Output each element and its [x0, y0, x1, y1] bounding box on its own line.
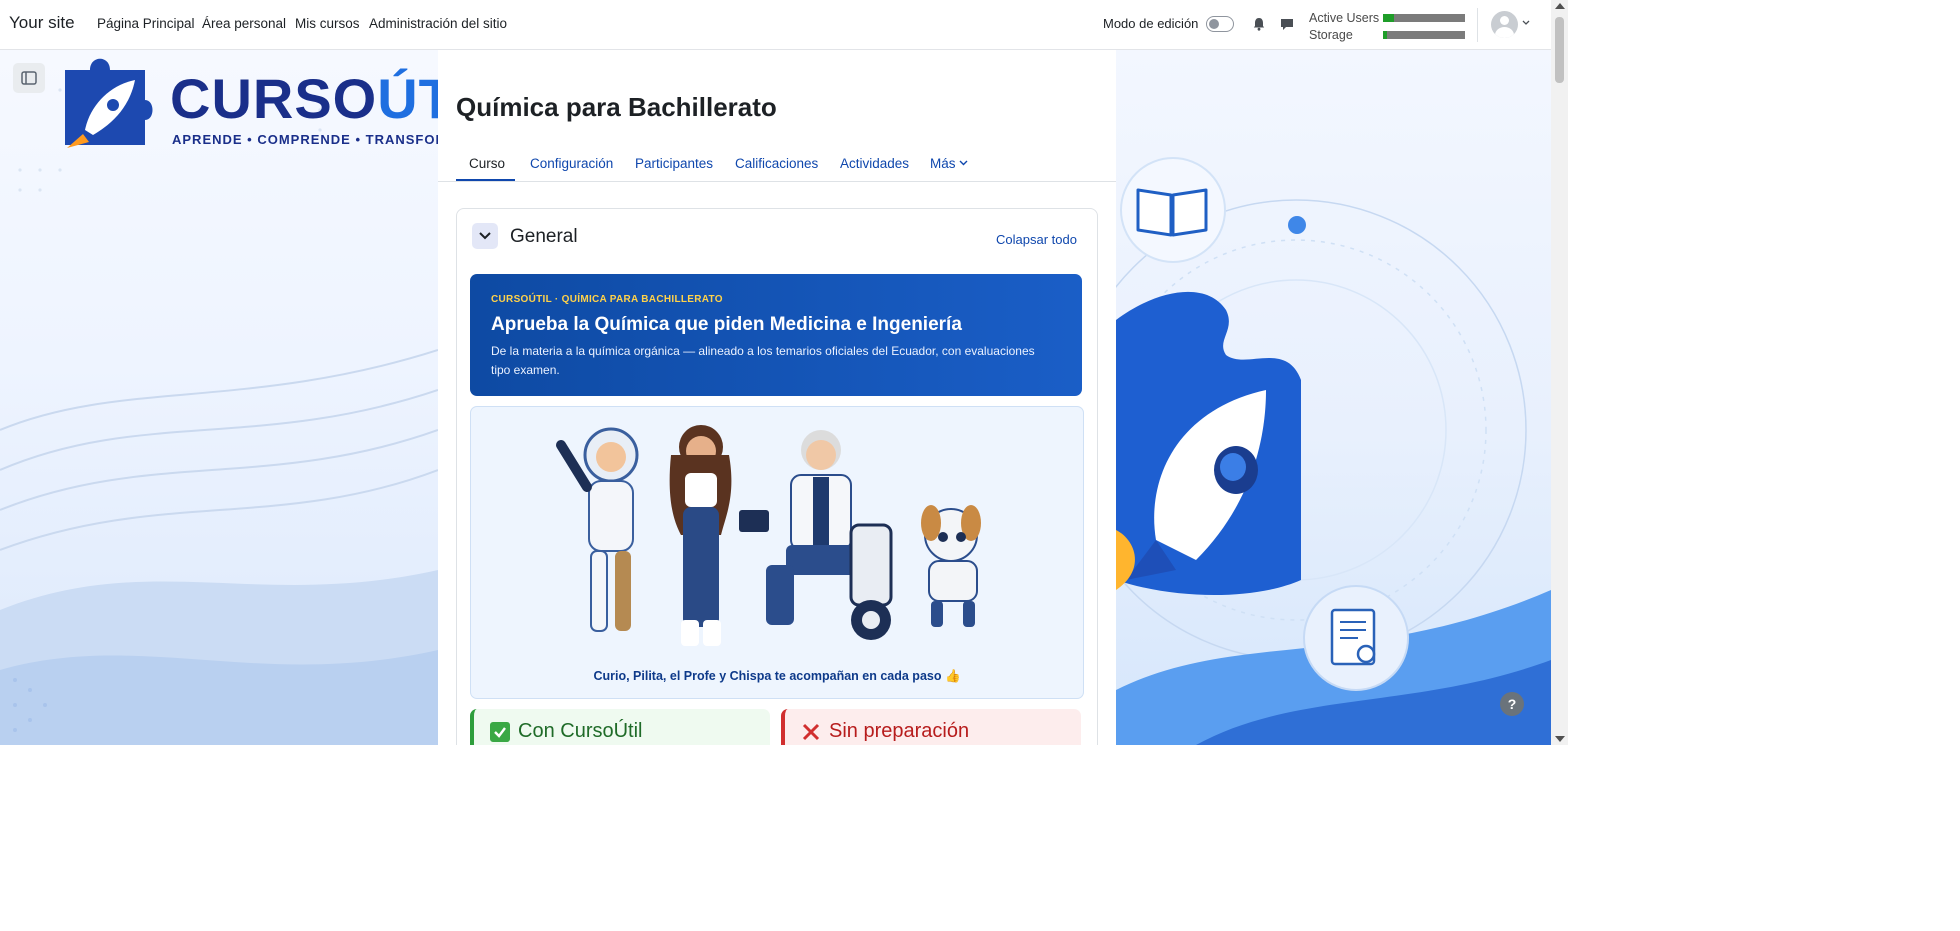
logo-text-main: CURSO [170, 67, 378, 130]
section-general: General Colapsar todo CURSOÚTIL · QUÍMIC… [456, 208, 1098, 745]
compare-card-without: Sin preparación [781, 709, 1081, 745]
chevron-down-icon[interactable] [1522, 20, 1530, 26]
avatar-head [1500, 16, 1509, 25]
tabs-divider [438, 181, 1116, 182]
rocket-logo-icon [65, 58, 153, 148]
help-button[interactable]: ? [1500, 692, 1524, 716]
hero-kicker: CURSOÚTIL · QUÍMICA PARA BACHILLERATO [491, 294, 723, 305]
top-navbar: Your site Página Principal Área personal… [0, 0, 1551, 50]
section-title: General [510, 226, 578, 247]
active-users-bar-fill [1383, 14, 1394, 22]
tab-curso[interactable]: Curso [469, 156, 505, 171]
compare-card-with: Con CursoÚtil [470, 709, 770, 745]
edit-mode-label: Modo de edición [1103, 16, 1199, 31]
logo-tagline: APRENDE • COMPRENDE • TRANSFORMA [172, 132, 469, 147]
hero-subtitle: De la materia a la química orgánica — al… [491, 344, 1035, 377]
avatar-shoulders [1495, 27, 1514, 38]
avatar-icon[interactable] [1491, 11, 1518, 38]
course-main-content: Química para Bachillerato Curso Configur… [438, 68, 1116, 745]
compare-title-with: Con CursoÚtil [518, 720, 643, 742]
mascots-caption: Curio, Pilita, el Profe y Chispa te acom… [593, 669, 961, 683]
scroll-up-arrow-icon[interactable] [1555, 3, 1565, 9]
site-name[interactable]: Your site [9, 13, 75, 33]
chevron-down-icon [959, 160, 968, 166]
mascots-illustration [556, 425, 981, 646]
nav-link-mis-cursos[interactable]: Mis cursos [295, 16, 360, 31]
nav-link-area-personal[interactable]: Área personal [202, 16, 286, 31]
navbar-separator [1477, 8, 1478, 42]
toggle-knob [1209, 19, 1219, 29]
nav-link-administracion[interactable]: Administración del sitio [369, 16, 507, 31]
hero-title: Aprueba la Química que piden Medicina e … [491, 314, 962, 335]
compare-title-without: Sin preparación [829, 720, 970, 742]
section-collapse-toggle[interactable] [472, 223, 498, 249]
tab-participantes[interactable]: Participantes [635, 156, 713, 171]
rocket-illustration [1116, 291, 1301, 595]
storage-bar [1383, 31, 1465, 39]
cross-icon [802, 723, 820, 741]
collapse-all-link[interactable]: Colapsar todo [996, 232, 1077, 247]
tab-configuracion[interactable]: Configuración [530, 156, 613, 171]
page-scrollbar[interactable] [1551, 0, 1568, 745]
tab-mas-label: Más [930, 156, 956, 171]
chevron-down-icon [479, 232, 491, 240]
scroll-down-arrow-icon[interactable] [1555, 736, 1565, 742]
page-title: Química para Bachillerato [456, 92, 777, 122]
active-users-label: Active Users [1309, 11, 1380, 25]
hero-banner: CURSOÚTIL · QUÍMICA PARA BACHILLERATO Ap… [470, 274, 1082, 396]
storage-label: Storage [1309, 28, 1353, 42]
edit-mode-toggle[interactable] [1206, 16, 1234, 32]
background-left-decoration [0, 50, 438, 745]
course-tabs: Curso Configuración Participantes Califi… [456, 144, 1098, 184]
site-logo: CURSOÚTIL APRENDE • COMPRENDE • TRANSFOR… [55, 50, 505, 150]
active-users-bar [1383, 14, 1465, 22]
scroll-thumb[interactable] [1555, 17, 1564, 83]
storage-bar-fill [1383, 31, 1388, 39]
check-icon [490, 722, 510, 742]
chat-icon[interactable] [1279, 16, 1295, 32]
browser-viewport: CURSOÚTIL APRENDE • COMPRENDE • TRANSFOR… [0, 0, 1568, 745]
mascots-card: Curio, Pilita, el Profe y Chispa te acom… [470, 406, 1084, 699]
sidebar-toggle-icon [21, 71, 37, 85]
tab-actividades[interactable]: Actividades [840, 156, 909, 171]
tab-mas[interactable]: Más [930, 156, 968, 171]
book-icon [1120, 157, 1226, 263]
bell-icon[interactable] [1251, 16, 1267, 32]
tab-calificaciones[interactable]: Calificaciones [735, 156, 818, 171]
course-index-drawer-button[interactable] [13, 63, 45, 93]
nav-link-pagina-principal[interactable]: Página Principal [97, 16, 195, 31]
